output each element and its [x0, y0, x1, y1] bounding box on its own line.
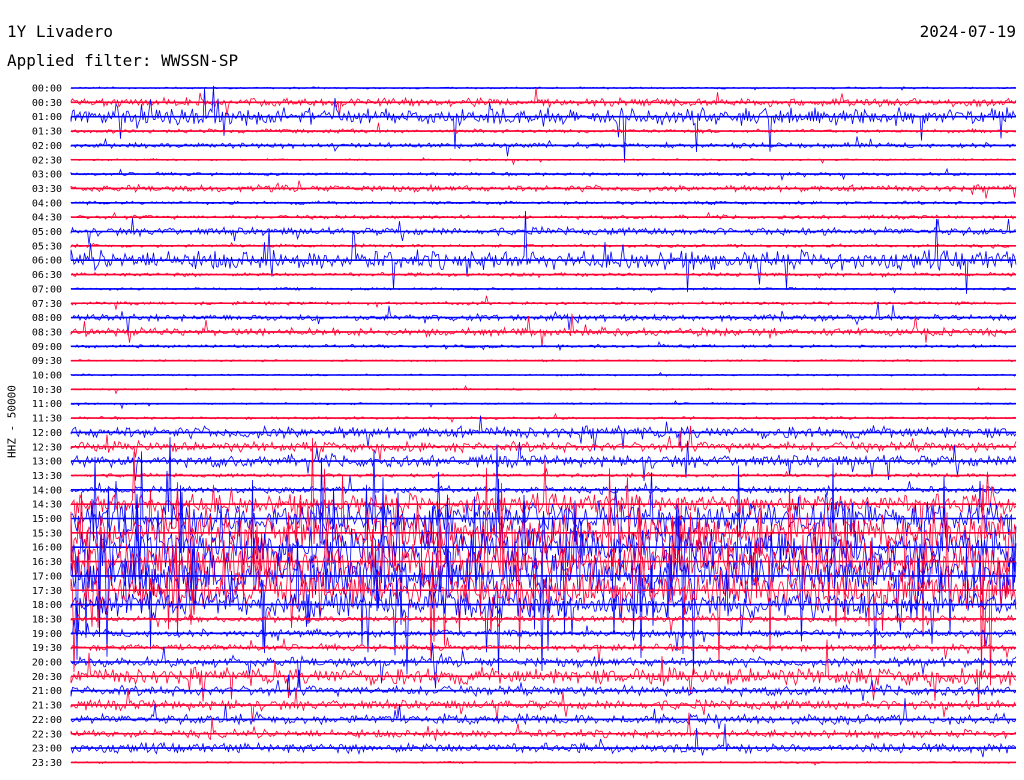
- row-time-label: 13:00: [32, 457, 62, 468]
- row-time-label: 01:00: [32, 112, 62, 123]
- row-time-label: 07:30: [32, 299, 62, 310]
- row-time-label: 11:30: [32, 414, 62, 425]
- row-time-label: 10:30: [32, 385, 62, 396]
- seismic-trace: [70, 642, 1017, 689]
- row-time-label: 15:30: [32, 528, 62, 539]
- row-time-label: 06:30: [32, 270, 62, 281]
- row-time-label: 12:00: [32, 428, 62, 439]
- row-time-label: 18:00: [32, 600, 62, 611]
- row-time-label: 02:00: [32, 141, 62, 152]
- row-time-label: 00:00: [32, 84, 62, 95]
- row-time-label: 14:00: [32, 485, 62, 496]
- row-time-label: 09:30: [32, 356, 62, 367]
- seismic-trace: [70, 639, 1017, 705]
- seismic-trace: [70, 400, 1017, 410]
- row-time-label: 23:30: [32, 758, 62, 769]
- row-time-label: 01:30: [32, 127, 62, 138]
- trace-lines: [70, 85, 1017, 766]
- row-time-label: 08:00: [32, 313, 62, 324]
- row-time-label: 12:30: [32, 442, 62, 453]
- row-time-label: 03:30: [32, 184, 62, 195]
- row-time-label: 04:30: [32, 213, 62, 224]
- row-time-label: 00:30: [32, 98, 62, 109]
- seismic-trace: [70, 210, 1017, 294]
- row-time-label: 02:30: [32, 155, 62, 166]
- row-time-label: 17:30: [32, 586, 62, 597]
- row-time-label: 15:00: [32, 514, 62, 525]
- row-time-label: 19:30: [32, 643, 62, 654]
- row-time-label: 21:00: [32, 686, 62, 697]
- seismic-trace: [70, 211, 1017, 221]
- seismic-trace: [70, 412, 1017, 424]
- seismic-trace: [70, 157, 1016, 166]
- row-time-labels: 00:00 00:30 01:00 01:30 02:00 02:30 03:00 03:30…: [32, 84, 62, 769]
- row-time-label: 18:30: [32, 614, 62, 625]
- seismic-trace: [70, 136, 1017, 157]
- row-time-label: 13:30: [32, 471, 62, 482]
- seismic-trace: [70, 85, 1017, 163]
- helicorder-plot: 00:00 00:30 01:00 01:30 02:00 02:30 03:00 03:30…: [32, 84, 1017, 769]
- row-time-label: 16:00: [32, 543, 62, 554]
- row-time-label: 03:00: [32, 170, 62, 181]
- row-time-label: 16:30: [32, 557, 62, 568]
- row-time-label: 23:00: [32, 744, 62, 755]
- row-time-label: 05:30: [32, 241, 62, 252]
- row-time-label: 09:00: [32, 342, 62, 353]
- row-time-label: 05:00: [32, 227, 62, 238]
- row-time-label: 10:00: [32, 371, 62, 382]
- row-time-label: 11:00: [32, 399, 62, 410]
- row-time-label: 20:30: [32, 672, 62, 683]
- row-time-label: 22:00: [32, 715, 62, 726]
- row-time-label: 20:00: [32, 658, 62, 669]
- seismic-trace: [70, 313, 1017, 347]
- row-time-label: 14:30: [32, 500, 62, 511]
- row-time-label: 07:00: [32, 284, 62, 295]
- row-time-label: 17:00: [32, 571, 62, 582]
- row-time-label: 21:30: [32, 701, 62, 712]
- row-time-label: 06:00: [32, 256, 62, 267]
- row-time-label: 19:00: [32, 629, 62, 640]
- row-time-label: 22:30: [32, 729, 62, 740]
- seismic-trace: [70, 425, 1017, 462]
- row-time-label: 04:00: [32, 198, 62, 209]
- seismic-trace: [70, 180, 1017, 199]
- row-time-label: 08:30: [32, 327, 62, 338]
